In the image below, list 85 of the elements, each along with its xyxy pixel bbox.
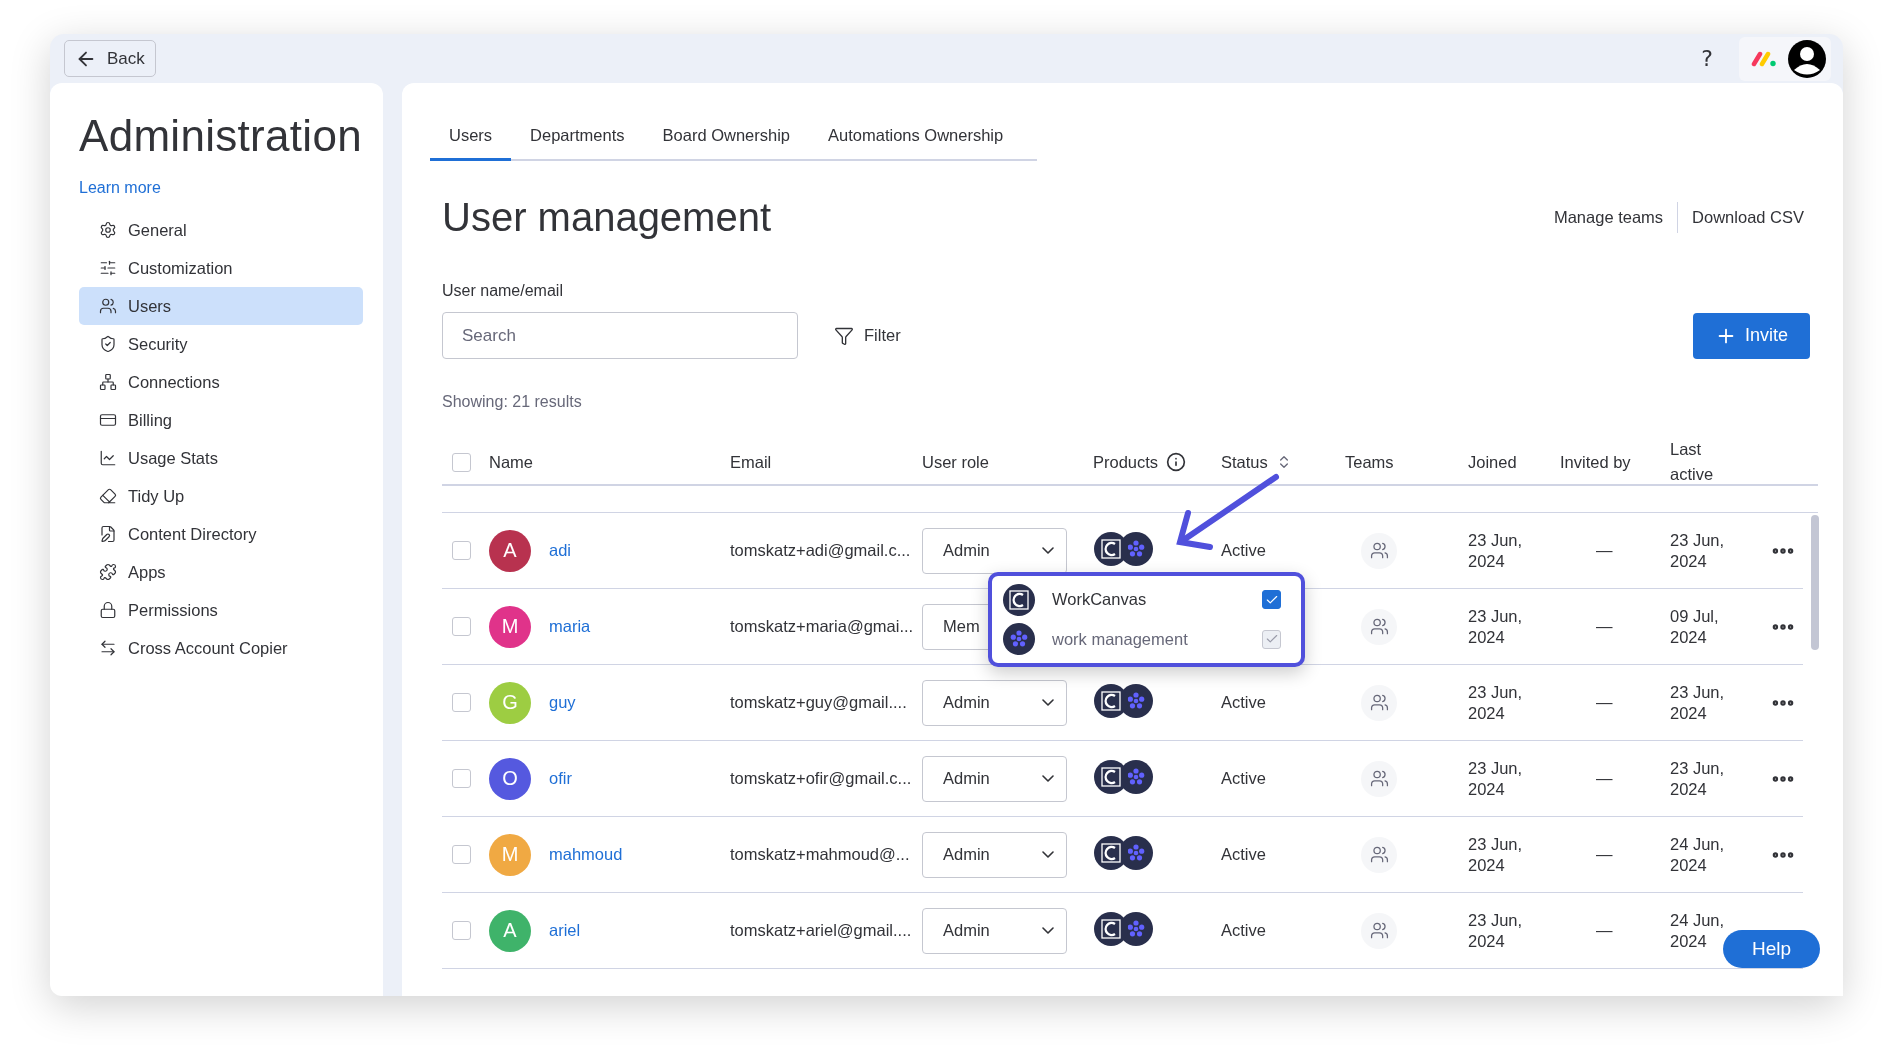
column-header: Last active bbox=[1670, 439, 1715, 485]
last-active-cell-text: 24 Jun, 2024 bbox=[1670, 833, 1726, 876]
sidebar-item[interactable]: Apps bbox=[79, 553, 363, 591]
tab[interactable]: Users bbox=[430, 117, 512, 161]
user-name-link[interactable]: ariel bbox=[549, 921, 581, 940]
sidebar-item[interactable]: Permissions bbox=[79, 591, 363, 629]
joined-cell-text: 23 Jun, 2024 bbox=[1468, 605, 1524, 648]
sidebar-title: Administration bbox=[79, 111, 363, 161]
user-name-link[interactable]: maria bbox=[549, 617, 591, 636]
sidebar-item[interactable]: General bbox=[79, 211, 363, 249]
sidebar-item[interactable]: Customization bbox=[79, 249, 363, 287]
filter-button[interactable]: Filter bbox=[828, 324, 907, 347]
product-name: work management bbox=[1052, 629, 1189, 649]
action-link[interactable]: Manage teams bbox=[1539, 202, 1678, 233]
column-header: User role bbox=[922, 452, 990, 472]
user-avatar: A bbox=[489, 909, 531, 952]
last-active-cell-text: 23 Jun, 2024 bbox=[1670, 681, 1726, 724]
results-count: Showing: 21 results bbox=[442, 393, 583, 411]
user-avatar: M bbox=[489, 605, 531, 648]
invited-by-cell-text: — bbox=[1595, 845, 1614, 864]
email-cell-text: tomskatz+ofir@gmail.c... bbox=[730, 769, 913, 788]
role-select[interactable]: Admin bbox=[922, 679, 1067, 726]
invited-by-cell-text: — bbox=[1595, 769, 1614, 788]
column-header: Invited by bbox=[1560, 452, 1632, 472]
last-active-cell-text: 24 Jun, 2024 bbox=[1670, 909, 1726, 952]
status-cell-text: Active bbox=[1221, 921, 1267, 940]
email-cell-text: tomskatz+guy@gmail.... bbox=[730, 693, 908, 712]
sidebar-item[interactable]: Content Directory bbox=[79, 515, 363, 553]
joined-cell-text: 23 Jun, 2024 bbox=[1468, 529, 1524, 572]
column-header: Products bbox=[1093, 452, 1159, 472]
user-name-link[interactable]: guy bbox=[549, 693, 576, 712]
invited-by-cell-text: — bbox=[1595, 921, 1614, 940]
email-cell-text: tomskatz+ariel@gmail.... bbox=[730, 921, 913, 940]
sidebar-item[interactable]: Cross Account Copier bbox=[79, 629, 363, 667]
status-cell-text: Active bbox=[1221, 541, 1267, 560]
user-avatar: O bbox=[489, 757, 531, 800]
sidebar-item[interactable]: Connections bbox=[79, 363, 363, 401]
column-header: Email bbox=[730, 452, 773, 472]
tab[interactable]: Board Ownership bbox=[643, 117, 810, 161]
column-header: Status bbox=[1221, 452, 1268, 472]
user-avatar: M bbox=[489, 833, 531, 876]
last-active-cell-text: 23 Jun, 2024 bbox=[1670, 757, 1726, 800]
last-active-cell-text: 23 Jun, 2024 bbox=[1670, 529, 1726, 572]
column-header: Joined bbox=[1468, 452, 1518, 472]
invited-by-cell-text: — bbox=[1595, 541, 1614, 560]
status-cell-text: Active bbox=[1221, 845, 1267, 864]
joined-cell-text: 23 Jun, 2024 bbox=[1468, 909, 1524, 952]
sidebar-item[interactable]: Users bbox=[79, 287, 363, 325]
user-name-link[interactable]: adi bbox=[549, 541, 572, 560]
column-header: Teams bbox=[1345, 452, 1395, 472]
sidebar-item[interactable]: Security bbox=[79, 325, 363, 363]
field-label: User name/email bbox=[442, 282, 564, 300]
help-chat-button[interactable]: Help bbox=[1723, 930, 1820, 968]
role-select[interactable]: Admin bbox=[922, 831, 1067, 878]
back-button[interactable]: Back bbox=[64, 40, 156, 77]
tab[interactable]: Automations Ownership bbox=[809, 117, 1023, 161]
email-cell-text: tomskatz+mahmoud@... bbox=[730, 845, 911, 864]
learn-more-link[interactable]: Learn more bbox=[79, 179, 161, 197]
status-cell-text: Active bbox=[1221, 769, 1267, 788]
role-select[interactable]: Admin bbox=[922, 907, 1067, 954]
status-cell-text: Active bbox=[1221, 693, 1267, 712]
last-active-cell-text: 09 Jul, 2024 bbox=[1670, 605, 1720, 648]
user-name-link[interactable]: mahmoud bbox=[549, 845, 623, 864]
product-name: WorkCanvas bbox=[1052, 590, 1148, 610]
action-link[interactable]: Download CSV bbox=[1677, 202, 1818, 233]
sidebar-item[interactable]: Tidy Up bbox=[79, 477, 363, 515]
user-avatar: G bbox=[489, 681, 531, 724]
page-title: User management bbox=[442, 195, 773, 240]
invited-by-cell-text: — bbox=[1595, 617, 1614, 636]
column-header: Name bbox=[489, 452, 534, 472]
role-select[interactable]: Admin bbox=[922, 755, 1067, 802]
sidebar-item[interactable]: Usage Stats bbox=[79, 439, 363, 477]
invite-button[interactable]: Invite bbox=[1692, 312, 1810, 359]
joined-cell-text: 23 Jun, 2024 bbox=[1468, 833, 1524, 876]
user-avatar: A bbox=[489, 529, 531, 572]
joined-cell-text: 23 Jun, 2024 bbox=[1468, 681, 1524, 724]
email-cell-text: tomskatz+adi@gmail.c... bbox=[730, 541, 912, 560]
tab[interactable]: Departments bbox=[511, 117, 644, 161]
joined-cell-text: 23 Jun, 2024 bbox=[1468, 757, 1524, 800]
help-button[interactable]: ? bbox=[1691, 46, 1723, 71]
email-cell-text: tomskatz+maria@gmai... bbox=[730, 617, 915, 636]
sidebar-item[interactable]: Billing bbox=[79, 401, 363, 439]
user-name-link[interactable]: ofir bbox=[549, 769, 572, 788]
invited-by-cell-text: — bbox=[1595, 693, 1614, 712]
search-field[interactable]: Search bbox=[442, 312, 798, 359]
